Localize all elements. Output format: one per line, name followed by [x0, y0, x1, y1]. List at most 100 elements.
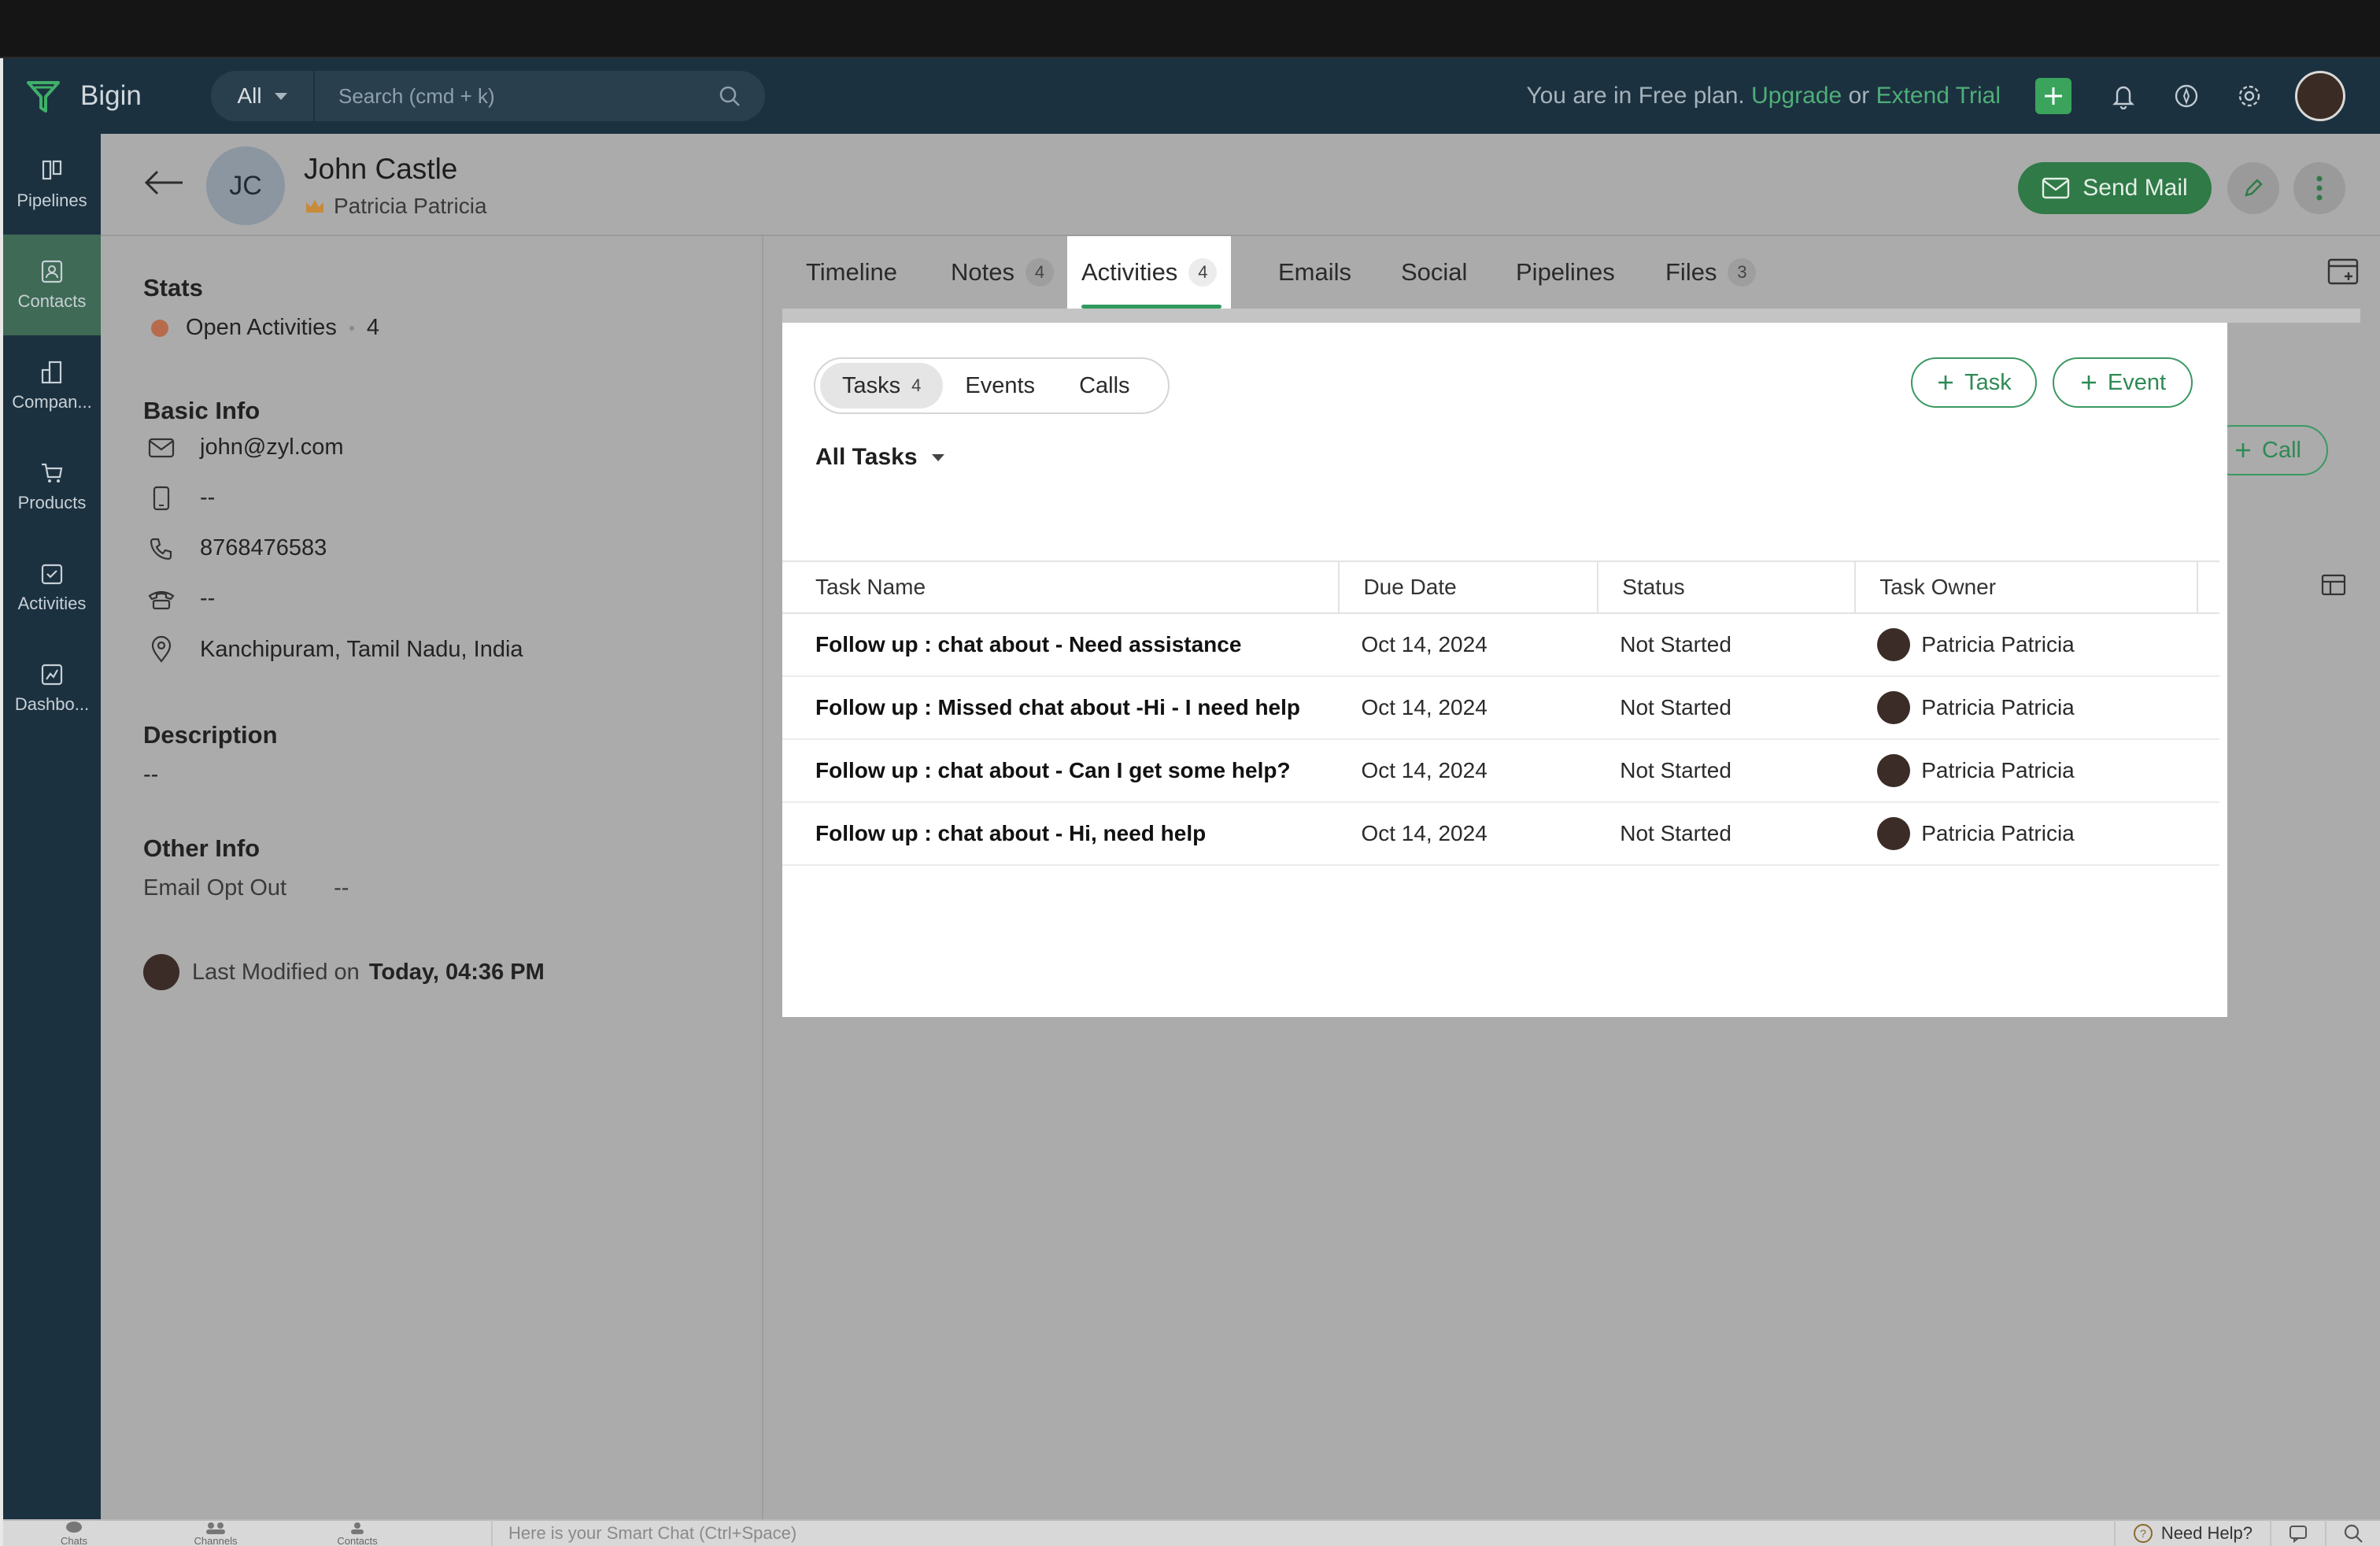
table-row[interactable]: Follow up : chat about - Can I get some …	[782, 739, 2219, 803]
location-pin-icon	[151, 636, 172, 663]
tab-files[interactable]: Files 3	[1665, 236, 1757, 309]
segment-events[interactable]: Events	[943, 363, 1057, 409]
upgrade-link[interactable]: Upgrade	[1751, 83, 1842, 109]
customize-view-icon[interactable]	[2326, 257, 2361, 288]
settings-button[interactable]	[2232, 79, 2267, 113]
tab-emails[interactable]: Emails	[1278, 236, 1351, 309]
row-spacer	[2197, 613, 2219, 677]
activities-card: Tasks 4 Events Calls Task Event All Task…	[782, 323, 2227, 1017]
phone-value[interactable]: 8768476583	[200, 535, 327, 561]
user-avatar[interactable]	[2295, 71, 2345, 121]
more-options-button[interactable]	[2293, 162, 2345, 214]
bell-icon	[2112, 86, 2134, 109]
task-status: Not Started	[1598, 613, 1856, 677]
owner-avatar	[1877, 691, 1911, 724]
owner-avatar	[1877, 628, 1911, 661]
task-name-link[interactable]: Follow up : Missed chat about -Hi - I ne…	[782, 676, 1340, 740]
channels-button[interactable]: Channels	[145, 1521, 286, 1546]
table-row[interactable]: Follow up : Missed chat about -Hi - I ne…	[782, 676, 2219, 740]
column-header-status[interactable]: Status	[1598, 560, 1857, 614]
table-row[interactable]: Follow up : chat about - Hi, need help O…	[782, 802, 2219, 866]
search-input[interactable]: Search (cmd + k)	[338, 84, 718, 109]
column-header-task-owner[interactable]: Task Owner	[1855, 560, 2198, 614]
segment-tasks[interactable]: Tasks 4	[820, 363, 944, 409]
task-name-link[interactable]: Follow up : chat about - Hi, need help	[782, 802, 1340, 866]
tasks-table: Task Name Due Date Status Task Owner Fol…	[782, 560, 2219, 866]
other-info-title: Other Info	[143, 834, 261, 862]
task-name-link[interactable]: Follow up : chat about - Can I get some …	[782, 739, 1340, 803]
more-vertical-icon	[2316, 176, 2323, 201]
search-icon[interactable]	[718, 84, 741, 108]
tab-social[interactable]: Social	[1401, 236, 1467, 309]
contact-owner[interactable]: Patricia Patricia	[304, 194, 487, 219]
nav-item-companies[interactable]: Compan...	[3, 335, 101, 436]
bottom-search-button[interactable]	[2325, 1520, 2380, 1546]
nav-item-dashboards[interactable]: Dashbo...	[3, 638, 101, 738]
send-mail-button[interactable]: Send Mail	[2018, 162, 2212, 214]
channels-label: Channels	[194, 1534, 238, 1546]
nav-item-activities[interactable]: Activities	[3, 537, 101, 638]
plan-or: or	[1848, 83, 1870, 109]
task-owner: Patricia Patricia	[1921, 632, 2075, 656]
app-name: Bigin	[80, 80, 142, 111]
person-icon	[351, 1522, 364, 1534]
products-icon	[42, 463, 63, 483]
tab-activities[interactable]: Activities 4	[1067, 236, 1232, 309]
column-header-due-date[interactable]: Due Date	[1339, 560, 1599, 614]
column-header-task-name[interactable]: Task Name	[782, 560, 1340, 614]
tab-pipelines[interactable]: Pipelines	[1516, 236, 1615, 309]
extend-trial-link[interactable]: Extend Trial	[1876, 83, 2001, 109]
contacts-button[interactable]: Contacts	[286, 1521, 428, 1546]
plus-icon	[2236, 443, 2251, 457]
app-window: Bigin All Search (cmd + k) You are in Fr…	[3, 58, 2380, 1546]
notifications-button[interactable]	[2106, 79, 2141, 113]
email-value[interactable]: john@zyl.com	[200, 435, 344, 460]
marketplace-button[interactable]	[2169, 79, 2204, 113]
nav-item-contacts[interactable]: Contacts	[3, 235, 101, 335]
header-actions: You are in Free plan. Upgrade or Extend …	[1526, 58, 2380, 134]
quick-create-button[interactable]	[2035, 78, 2071, 114]
task-due-date: Oct 14, 2024	[1339, 613, 1598, 677]
table-settings-icon[interactable]	[2320, 573, 2347, 597]
table-row[interactable]: Follow up : chat about - Need assistance…	[782, 613, 2219, 677]
app-logo[interactable]: Bigin	[24, 76, 213, 116]
nav-item-products[interactable]: Products	[3, 436, 101, 537]
mobile-icon	[153, 486, 170, 510]
nav-label: Dashbo...	[14, 694, 90, 714]
nav-label: Compan...	[12, 392, 92, 412]
nav-item-pipelines[interactable]: Pipelines	[3, 134, 101, 235]
search-scope-dropdown[interactable]: All	[211, 71, 315, 121]
task-filter-dropdown[interactable]: All Tasks	[815, 444, 944, 471]
messages-button[interactable]	[2270, 1520, 2325, 1546]
add-task-button[interactable]: Task	[1911, 357, 2037, 408]
chats-button[interactable]: Chats	[3, 1521, 145, 1546]
edit-contact-button[interactable]	[2227, 162, 2279, 214]
add-event-button[interactable]: Event	[2053, 357, 2193, 408]
telephone-icon	[148, 590, 175, 609]
group-icon	[206, 1522, 225, 1534]
bottom-bar: Chats Channels Contacts Here is your Sma…	[3, 1519, 2380, 1546]
compass-icon	[2175, 84, 2198, 108]
row-spacer	[2197, 739, 2219, 803]
chevron-down-icon	[274, 92, 287, 100]
global-search[interactable]: All Search (cmd + k)	[211, 71, 765, 121]
email-opt-out-value: --	[334, 875, 349, 901]
message-icon	[2289, 1526, 2307, 1543]
tab-notes[interactable]: Notes 4	[951, 236, 1054, 309]
nav-label: Contacts	[17, 291, 87, 311]
task-name-link[interactable]: Follow up : chat about - Need assistance	[782, 613, 1340, 677]
task-due-date: Oct 14, 2024	[1339, 676, 1598, 740]
open-activities-stat[interactable]: Open Activities 4	[143, 315, 379, 341]
other-phone-row: --	[143, 586, 215, 612]
smart-chat-input[interactable]: Here is your Smart Chat (Ctrl+Space)	[491, 1520, 2114, 1546]
add-task-label: Task	[1964, 369, 2012, 395]
need-help-button[interactable]: ? Need Help?	[2113, 1520, 2270, 1546]
nav-label: Activities	[17, 594, 87, 613]
mail-icon	[148, 438, 175, 457]
segment-calls[interactable]: Calls	[1057, 363, 1151, 409]
status-dot-icon	[151, 319, 168, 337]
phone-row: 8768476583	[143, 535, 327, 561]
open-activities-label: Open Activities	[186, 315, 337, 340]
tab-timeline[interactable]: Timeline	[806, 236, 897, 309]
back-arrow-icon[interactable]	[142, 167, 186, 198]
